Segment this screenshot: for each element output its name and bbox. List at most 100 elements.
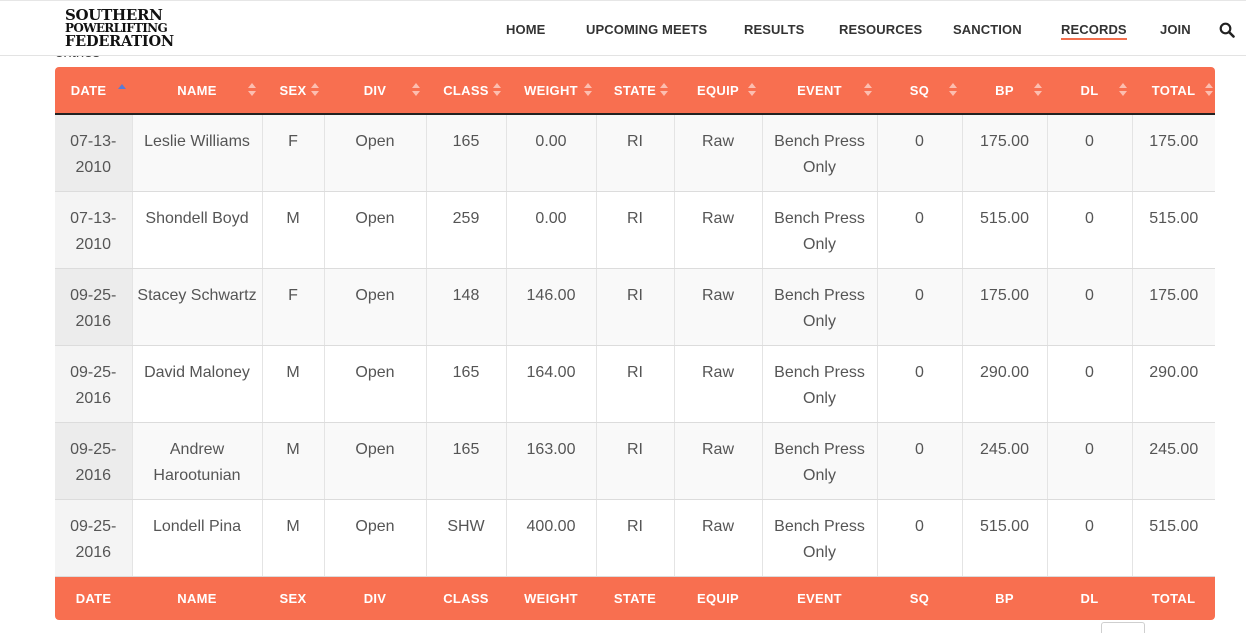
cell-weight: 146.00 — [505, 268, 596, 346]
cell-dl: 0 — [1046, 268, 1132, 346]
cell-sq: 0 — [876, 268, 962, 346]
nav-item-records[interactable]: RECORDS — [1061, 22, 1127, 40]
table-header: DATE NAME SEX DIV CLASS WEIGHT STATE EQUIP EVENT… — [55, 67, 1215, 114]
cell-sex: F — [261, 114, 324, 192]
column-header-event[interactable]: EVENT — [762, 67, 877, 114]
cell-equip: Raw — [673, 268, 762, 346]
cell-state: RI — [595, 422, 674, 500]
cell-state: RI — [595, 499, 674, 577]
nav-item-join[interactable]: JOIN — [1160, 22, 1191, 37]
column-header-name[interactable]: NAME — [132, 67, 262, 114]
cell-event: Bench Press Only — [761, 114, 877, 192]
sort-toggle-icon — [660, 83, 668, 97]
column-footer-name: NAME — [132, 576, 262, 620]
cell-sex: F — [261, 268, 324, 346]
logo-line-3: FEDERATION — [65, 33, 174, 50]
column-header-state[interactable]: STATE — [596, 67, 674, 114]
column-footer-dl: DL — [1047, 576, 1132, 620]
cell-div: Open — [323, 114, 426, 192]
cell-date: 09-25- 2016 — [55, 422, 132, 500]
cell-sex: M — [261, 422, 324, 500]
cell-equip: Raw — [673, 499, 762, 577]
column-header-class[interactable]: CLASS — [426, 67, 506, 114]
cell-event: Bench Press Only — [761, 499, 877, 577]
cell-bp: 175.00 — [961, 268, 1047, 346]
column-header-div[interactable]: DIV — [324, 67, 426, 114]
nav-item-results[interactable]: RESULTS — [744, 22, 804, 37]
column-header-total[interactable]: TOTAL — [1132, 67, 1215, 114]
column-header-dl[interactable]: DL — [1047, 67, 1132, 114]
column-header-label: TOTAL — [1151, 82, 1196, 98]
records-table-container: DATE NAME SEX DIV CLASS WEIGHT STATE EQUIP EVENT… — [55, 67, 1215, 620]
cell-sq: 0 — [876, 191, 962, 269]
column-header-label: STATE — [613, 82, 657, 98]
nav-item-sanction[interactable]: SANCTION — [953, 22, 1022, 37]
cell-bp: 290.00 — [961, 345, 1047, 423]
cell-date: 09-25- 2016 — [55, 499, 132, 577]
column-header-label: DIV — [363, 82, 387, 98]
column-footer-bp: BP — [962, 576, 1047, 620]
table-row: 07-13- 2010 Leslie Williams F Open 165 0.00 RI R… — [55, 114, 1215, 192]
sort-toggle-icon — [748, 83, 756, 97]
column-footer-sq: SQ — [877, 576, 962, 620]
sort-toggle-icon — [1119, 83, 1127, 97]
column-footer-div: DIV — [324, 576, 426, 620]
cell-class: SHW — [425, 499, 506, 577]
table-footer: DATE NAME SEX DIV CLASS WEIGHT STATE EQUIP EVENT… — [55, 576, 1215, 620]
cell-weight: 400.00 — [505, 499, 596, 577]
site-header: SOUTHERN POWERLIFTING FEDERATION HOME UP… — [0, 0, 1246, 56]
column-footer-total: TOTAL — [1132, 576, 1215, 620]
cell-sex: M — [261, 345, 324, 423]
column-header-date[interactable]: DATE — [55, 67, 132, 114]
records-table: DATE NAME SEX DIV CLASS WEIGHT STATE EQUIP EVENT… — [55, 67, 1215, 620]
cell-div: Open — [323, 422, 426, 500]
cell-weight: 163.00 — [505, 422, 596, 500]
cell-total: 515.00 — [1131, 191, 1215, 269]
cell-event: Bench Press Only — [761, 268, 877, 346]
cell-state: RI — [595, 345, 674, 423]
cell-name: Leslie Williams — [131, 114, 262, 192]
column-header-sq[interactable]: SQ — [877, 67, 962, 114]
column-header-sex[interactable]: SEX — [262, 67, 324, 114]
column-footer-date: DATE — [55, 576, 132, 620]
cell-dl: 0 — [1046, 422, 1132, 500]
table-row: 09-25- 2016 Andrew Harootunian M Open 165 163.… — [55, 422, 1215, 500]
column-header-label: EQUIP — [697, 82, 739, 98]
cell-class: 259 — [425, 191, 506, 269]
table-row: 09-25- 2016 Stacey Schwartz F Open 148 146.00 R… — [55, 268, 1215, 346]
sort-toggle-icon — [412, 83, 420, 97]
sort-toggle-icon — [1205, 83, 1213, 97]
cell-total: 175.00 — [1131, 114, 1215, 192]
cell-total: 175.00 — [1131, 268, 1215, 346]
cell-dl: 0 — [1046, 345, 1132, 423]
cell-total: 515.00 — [1131, 499, 1215, 577]
search-icon[interactable] — [1219, 22, 1235, 38]
nav-item-upcoming-meets[interactable]: UPCOMING MEETS — [586, 22, 707, 37]
column-header-equip[interactable]: EQUIP — [674, 67, 762, 114]
site-logo[interactable]: SOUTHERN POWERLIFTING FEDERATION — [65, 8, 177, 51]
table-row: 09-25- 2016 Londell Pina M Open SHW 400.00 RI Ra… — [55, 499, 1215, 577]
cell-class: 165 — [425, 422, 506, 500]
cell-name: Andrew Harootunian — [131, 422, 262, 500]
cell-sex: M — [261, 499, 324, 577]
column-header-bp[interactable]: BP — [962, 67, 1047, 114]
nav-item-home[interactable]: HOME — [506, 22, 545, 37]
column-header-label: DL — [1080, 82, 1099, 98]
cell-date: 07-13- 2010 — [55, 114, 132, 192]
cell-div: Open — [323, 268, 426, 346]
cell-date: 07-13- 2010 — [55, 191, 132, 269]
sort-toggle-icon — [584, 83, 592, 97]
cell-total: 245.00 — [1131, 422, 1215, 500]
table-body: 07-13- 2010 Leslie Williams F Open 165 0.00 RI R… — [55, 114, 1215, 577]
column-header-label: SEX — [279, 82, 307, 98]
cell-sq: 0 — [876, 114, 962, 192]
column-header-label: NAME — [177, 82, 217, 98]
column-header-weight[interactable]: WEIGHT — [506, 67, 596, 114]
cell-weight: 0.00 — [505, 191, 596, 269]
column-header-label: CLASS — [443, 82, 489, 98]
cell-sq: 0 — [876, 499, 962, 577]
column-header-label: WEIGHT — [524, 82, 578, 98]
cell-bp: 515.00 — [961, 499, 1047, 577]
column-footer-class: CLASS — [426, 576, 506, 620]
nav-item-resources[interactable]: RESOURCES — [839, 22, 922, 37]
